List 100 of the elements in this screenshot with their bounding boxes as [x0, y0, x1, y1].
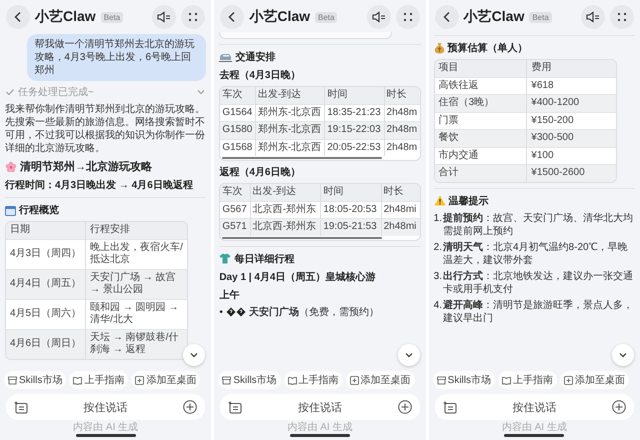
plus-circle-icon [612, 400, 626, 414]
table-cell: 郑州东-北京西 [255, 122, 325, 139]
store-icon [222, 376, 232, 384]
flower-icon [5, 160, 17, 172]
hold-to-talk-label: 按住说话 [82, 400, 129, 414]
column-header: 车次 [220, 87, 256, 104]
ai-disclaimer: 内容由 AI 生成 [72, 422, 140, 433]
subheading: 行程时间：4月3日晚出发 → 4月6日晚返程 [5, 178, 194, 192]
list-number: 4. [434, 298, 442, 312]
column-header: 车次 [220, 184, 250, 201]
beta-label: Beta [315, 12, 338, 22]
bullet: • [219, 306, 223, 318]
table-cell: 住宿（3晚） [434, 94, 527, 112]
home-indicator [76, 434, 136, 437]
store-icon [8, 376, 17, 384]
book-icon [73, 376, 82, 384]
speaker-button[interactable] [152, 5, 176, 29]
back-button[interactable] [6, 5, 30, 29]
user-message: 帮我做一个清明节郑州去北京的游玩攻略，4月3号晚上出发，6号晚上回郑州 [27, 34, 206, 81]
table-cell: 餐饮 [434, 130, 527, 147]
voice-input-bar[interactable]: 按住说话 [220, 394, 420, 420]
suggestion-chip[interactable]: Skills市场 [432, 371, 495, 389]
table-cell: 天安门广场 → 故宫 → 景山公园 [86, 269, 188, 299]
back-button[interactable] [220, 5, 244, 29]
table-cell: 19:05-21:53 [320, 218, 382, 236]
fullscreen-button[interactable] [610, 5, 634, 29]
voice-input-bar[interactable]: 按住说话 [434, 394, 634, 420]
expand-icon [616, 11, 628, 23]
suggestion-chip[interactable]: Skills市场 [4, 371, 66, 389]
table-cell: 郑州东-北京西 [255, 139, 325, 156]
table-cell: 合计 [434, 164, 527, 182]
suggestion-chip[interactable]: 上手指南 [69, 371, 128, 389]
home-indicator [290, 434, 350, 437]
sticker-icon [228, 400, 242, 414]
section-heading: 行程概览 [19, 204, 59, 217]
suggestion-chip[interactable]: 添加至桌面 [131, 371, 200, 389]
add-square-icon [135, 376, 144, 384]
speaker-icon [586, 11, 600, 23]
table-cell: 19:15-22:03 [324, 122, 384, 139]
speaker-button[interactable] [366, 5, 391, 29]
table-cell: 4月4日（周五） [6, 269, 86, 299]
tip-text: 避开高峰：清明节是旅游旺季，景点人多，建议早出门 [443, 298, 634, 324]
list-number: 2. [434, 240, 442, 254]
shirt-icon [219, 253, 232, 264]
train-icon [219, 52, 232, 62]
subheading: 去程（4月3日晚） [219, 68, 302, 82]
table-cell: G571 [220, 218, 250, 236]
ai-disclaimer: 内容由 AI 生成 [500, 422, 568, 433]
table-cell: 2h48mi [381, 218, 420, 236]
voice-input-bar[interactable]: 按住说话 [6, 394, 206, 420]
message-text: 我来帮你制作清明节郑州到北京的游玩攻略。先搜索一些最新的旅游信息。网络搜索暂时不可用，不过我可以根据我的知识为你制作一份详细的北京游玩攻略。 [5, 103, 206, 155]
section-heading: 预算估算（单人） [448, 42, 528, 55]
fullscreen-button[interactable] [181, 5, 206, 29]
column-header: 时间 [320, 184, 382, 201]
suggestion-chip[interactable]: 添加至桌面 [560, 371, 629, 389]
column-header: 时间 [324, 87, 384, 104]
expand-icon [402, 11, 414, 23]
section-heading: 温馨提示 [448, 194, 489, 208]
plus-circle-icon [398, 400, 412, 414]
home-indicator [504, 434, 564, 437]
table-cell: ¥300-500 [526, 130, 616, 147]
column-header: 出发-到达 [250, 184, 321, 201]
subheading: 返程（4月6日晚） [219, 166, 302, 179]
list-number: 1. [434, 212, 442, 226]
suggestion-chip[interactable]: Skills市场 [218, 371, 281, 389]
ai-disclaimer: 内容由 AI 生成 [286, 422, 354, 433]
table-cell: 天坛 → 南锣鼓巷/什刹海 → 返程 [86, 329, 188, 358]
expand-icon [187, 11, 200, 23]
check-icon [5, 87, 15, 97]
broken-glyph-icon [226, 307, 246, 317]
beta-label: Beta [100, 12, 124, 22]
fullscreen-button[interactable] [396, 5, 420, 29]
add-square-icon [350, 376, 359, 384]
column-header: 出发-到达 [255, 87, 325, 104]
status-text: 任务处理已完成~ [18, 86, 95, 99]
table-cell: ¥400-1200 [526, 94, 616, 112]
table-cell: 北京西-郑州东 [250, 218, 321, 236]
warning-icon [434, 195, 446, 206]
app-title: 小艺Claw [249, 8, 310, 26]
chevron-down-icon [404, 350, 414, 360]
suggestion-chip[interactable]: 上手指南 [284, 371, 343, 389]
tip-text: 出行方式：北京地铁发达，建议办一张交通卡或用手机支付 [443, 270, 634, 296]
table-cell: G1568 [220, 139, 256, 156]
back-button[interactable] [434, 5, 459, 29]
add-square-icon [564, 376, 573, 384]
column-header: 时长 [381, 184, 420, 201]
subheading: Day 1 | 4月4日（周五）皇城核心游 [219, 270, 376, 284]
speaker-button[interactable] [580, 5, 605, 29]
app-title: 小艺Claw [35, 8, 96, 26]
scrollbar[interactable] [222, 236, 382, 238]
suggestion-chip[interactable]: 添加至桌面 [346, 371, 415, 389]
section-heading: 清明节郑州→北京游玩攻略 [20, 160, 152, 174]
column-header: 时长 [384, 87, 420, 104]
table-cell: 2h48m [384, 122, 420, 139]
tip-text: 清明天气：北京4月初气温约8-20℃，早晚温差大，建议带外套 [443, 240, 629, 266]
table-cell: ¥1500-2600 [526, 164, 616, 182]
table-cell: G1580 [220, 122, 256, 139]
book-icon [288, 376, 297, 384]
scrollbar[interactable] [222, 157, 382, 159]
suggestion-chip[interactable]: 上手指南 [498, 371, 557, 389]
